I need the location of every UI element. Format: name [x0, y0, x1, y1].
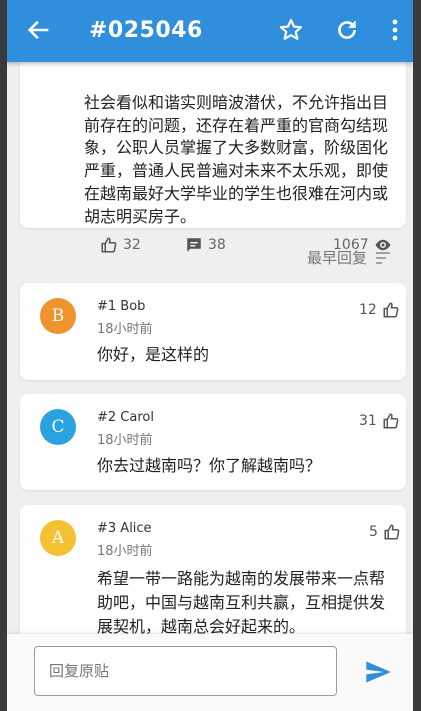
avatar[interactable]: C [40, 409, 76, 445]
page-title: #025046 [89, 18, 203, 43]
comment-time: 18小时前 [97, 433, 153, 448]
post-body: 社会看似和谐实则暗波潜伏，不允许指出目前存在的问题，还存在着严重的官商勾结现象，… [84, 93, 389, 226]
sort-toggle[interactable]: 最早回复 [307, 247, 391, 268]
comment-icon [187, 238, 201, 252]
comment-body: 你去过越南吗？你了解越南吗？ [97, 456, 322, 475]
avatar[interactable]: B [40, 298, 76, 334]
thumb-up-icon [383, 302, 399, 318]
more-vertical-icon[interactable] [385, 17, 405, 43]
post-like-button[interactable]: 32 [100, 236, 141, 254]
avatar[interactable]: A [40, 520, 76, 556]
thumb-up-icon [101, 237, 117, 253]
sort-label: 最早回复 [307, 249, 368, 267]
comment-like-count: 31 [359, 413, 377, 429]
reply-bar [7, 634, 413, 711]
comment-like-count: 12 [359, 302, 377, 318]
comment-author[interactable]: #1 Bob [97, 299, 145, 314]
app-screen: 社会看似和谐实则暗波潜伏，不允许指出目前存在的问题，还存在着严重的官商勾结现象，… [7, 0, 413, 711]
reply-input[interactable] [34, 646, 337, 696]
post-comment-count: 38 [208, 237, 226, 253]
comment-author[interactable]: #3 Alice [97, 521, 152, 536]
comment-card: B #1 Bob 18小时前 12 你好，是这样的 [20, 283, 406, 380]
comment-like-button[interactable]: 12 [359, 301, 400, 319]
comment-card: A #3 Alice 18小时前 5 希望一带一路能为越南的发展带来一点帮助吧，… [20, 505, 406, 655]
thumb-up-icon [384, 524, 400, 540]
comment-like-button[interactable]: 5 [369, 523, 401, 541]
comment-author[interactable]: #2 Carol [97, 410, 154, 425]
comment-card: C #2 Carol 18小时前 31 你去过越南吗？你了解越南吗？ [20, 394, 406, 490]
comment-body: 你好，是这样的 [97, 345, 210, 364]
refresh-icon[interactable] [334, 17, 360, 43]
comment-like-count: 5 [369, 524, 378, 540]
arrow-left-icon[interactable] [25, 16, 53, 44]
comment-body: 希望一带一路能为越南的发展带来一点帮助吧，中国与越南互利共赢，互相提供发展契机，… [97, 569, 386, 636]
star-outline-icon[interactable] [278, 17, 304, 43]
post-comment-button[interactable]: 38 [185, 236, 226, 254]
thumb-up-icon [383, 413, 399, 429]
app-bar: #025046 [7, 0, 413, 62]
post-like-count: 32 [123, 237, 141, 253]
sort-icon [376, 251, 391, 264]
comment-like-button[interactable]: 31 [359, 412, 400, 430]
post-card: 社会看似和谐实则暗波潜伏，不允许指出目前存在的问题，还存在着严重的官商勾结现象，… [20, 40, 406, 253]
send-icon[interactable] [363, 658, 393, 686]
comment-time: 18小时前 [97, 544, 153, 559]
comment-time: 18小时前 [97, 322, 153, 337]
